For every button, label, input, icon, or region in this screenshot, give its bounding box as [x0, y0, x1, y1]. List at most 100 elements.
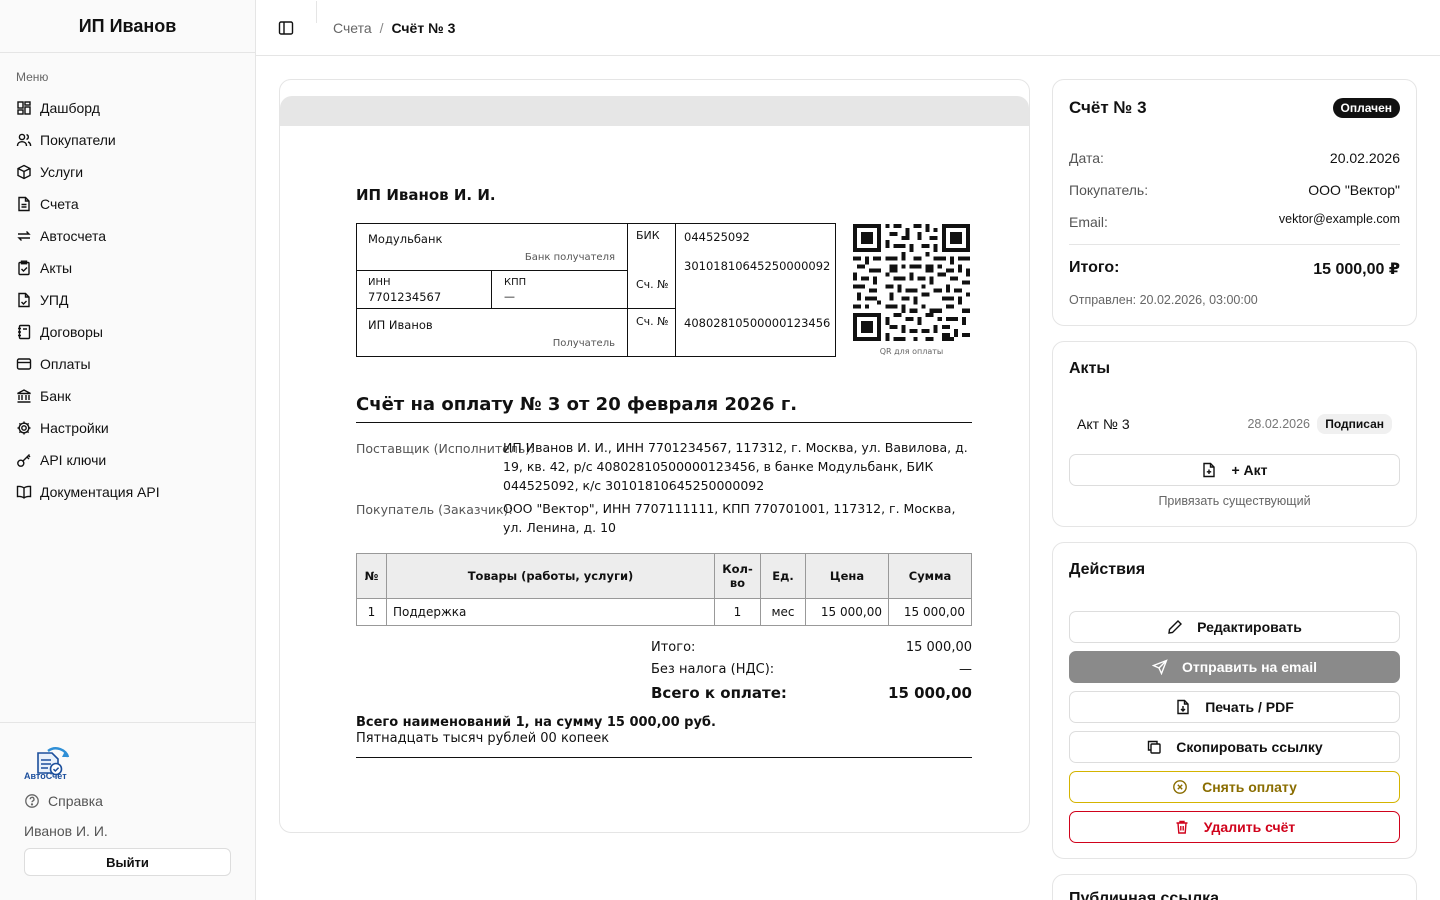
buyer-value: ООО "Вектор" [1308, 182, 1400, 198]
sidebar-item-api-keys[interactable]: API ключи [0, 444, 255, 476]
act-row[interactable]: Акт № 3 28.02.2026 Подписан [1069, 410, 1400, 438]
date-label: Дата: [1069, 150, 1104, 166]
logout-button[interactable]: Выйти [24, 848, 231, 876]
copy-link-label: Скопировать ссылку [1176, 739, 1323, 755]
col-name: Товары (работы, услуги) [386, 553, 715, 599]
cell-name: Поддержка [386, 598, 715, 626]
inn-value: 7701234567 [368, 290, 442, 304]
remove-payment-button[interactable]: Снять оплату [1069, 771, 1400, 803]
print-pdf-label: Печать / PDF [1205, 699, 1294, 715]
file-icon [18, 196, 30, 212]
credit-card-icon [16, 358, 32, 370]
sidebar-item-bank[interactable]: Банк [0, 380, 255, 412]
cell-price: 15 000,00 [805, 598, 889, 626]
bottom-divider [356, 757, 972, 758]
trash-icon [1176, 820, 1188, 834]
gear-icon [17, 421, 31, 435]
send-icon [1151, 659, 1168, 675]
add-act-button[interactable]: + Акт [1069, 454, 1400, 486]
supplier-value: ИП Иванов И. И., ИНН 7701234567, 117312,… [503, 440, 968, 493]
copy-icon [1148, 740, 1161, 754]
bank-caption: Банк получателя [524, 252, 615, 263]
date-value: 20.02.2026 [1329, 150, 1400, 166]
add-act-label: + Акт [1231, 462, 1268, 478]
grand-total-label: Всего к оплате: [651, 684, 787, 702]
col-qty: Кол-во [714, 553, 761, 599]
invoice-summary-card: Счёт № 3 Оплачен Дата: 20.02.2026 Покупа… [1052, 79, 1417, 326]
delete-invoice-button[interactable]: Удалить счёт [1069, 811, 1400, 843]
act-name: Акт № 3 [1077, 416, 1130, 432]
sidebar-item-label: Покупатели [40, 132, 116, 148]
cell-num: 1 [356, 598, 387, 626]
sidebar-item-services[interactable]: Услуги [0, 156, 255, 188]
print-pdf-button[interactable]: Печать / PDF [1069, 691, 1400, 723]
clipboard-check-icon [18, 260, 30, 276]
actions-title: Действия [1069, 561, 1146, 578]
col-sum: Сумма [888, 553, 972, 599]
corr-account-value: 30101810645250000092 [684, 259, 831, 273]
vat-value: — [959, 662, 972, 677]
sidebar-item-auto-invoices[interactable]: Автосчета [0, 220, 255, 252]
sidebar-item-label: Оплаты [40, 356, 91, 372]
brand-title: ИП Иванов [0, 0, 255, 53]
items-table: № Товары (работы, услуги) Кол-во Ед. Цен… [356, 553, 972, 626]
summary-divider [1069, 244, 1400, 245]
circle-x-icon [1173, 780, 1188, 794]
user-name: Иванов И. И. [24, 823, 108, 839]
breadcrumb-invoices[interactable]: Счета [333, 20, 372, 36]
act-status-badge: Подписан [1317, 414, 1392, 434]
sidebar-item-payments[interactable]: Оплаты [0, 348, 255, 380]
sidebar-item-label: Настройки [40, 420, 109, 436]
link-existing-act[interactable]: Привязать существующий [1053, 494, 1416, 508]
users-icon [16, 133, 32, 147]
grand-total-value: 15 000,00 [888, 684, 972, 702]
col-unit: Ед. [760, 553, 806, 599]
file-plus-icon [1203, 462, 1216, 478]
items-summary: Всего наименований 1, на сумму 15 000,00… [356, 715, 716, 730]
account-label: Сч. № [636, 278, 669, 291]
recipient-caption: Получатель [552, 338, 615, 349]
sidebar-item-settings[interactable]: Настройки [0, 412, 255, 444]
account-value: 40802810500000123456 [684, 316, 831, 330]
edit-button[interactable]: Редактировать [1069, 611, 1400, 643]
help-link[interactable]: Справка [24, 793, 103, 809]
total-value: 15 000,00 [905, 640, 972, 655]
summary-title: Счёт № 3 [1069, 98, 1147, 117]
sidebar-item-label: УПД [40, 292, 69, 308]
sent-status: Отправлен: 20.02.2026, 03:00:00 [1069, 293, 1258, 307]
sidebar-item-upd[interactable]: УПД [0, 284, 255, 316]
key-icon [17, 454, 31, 467]
app-logo-text: АвтоСчет [24, 771, 67, 781]
bank-name: Модульбанк [368, 232, 443, 246]
book-icon [16, 485, 32, 499]
delete-invoice-label: Удалить счёт [1203, 819, 1296, 835]
invoice-title: Счёт на оплату № 3 от 20 февраля 2026 г. [356, 394, 798, 415]
email-label: Email: [1069, 214, 1108, 230]
cell-qty: 1 [714, 598, 761, 626]
sidebar-item-acts[interactable]: Акты [0, 252, 255, 284]
sidebar-item-api-docs[interactable]: Документация API [0, 476, 255, 508]
email-value: vektor@example.com [1278, 212, 1400, 226]
buyer-label: Покупатель: [1069, 182, 1149, 198]
kpp-value: — [504, 290, 515, 303]
sidebar-item-customers[interactable]: Покупатели [0, 124, 255, 156]
pencil-icon [1168, 620, 1183, 634]
col-price: Цена [805, 553, 889, 599]
help-circle-icon [25, 794, 39, 808]
bank-details-table: Модульбанк Банк получателя БИК 044525092… [356, 223, 836, 357]
buyer-label: Покупатель (Заказчик): [356, 502, 513, 517]
sidebar-toggle-icon[interactable] [278, 20, 294, 36]
sidebar-item-invoices[interactable]: Счета [0, 188, 255, 220]
sidebar: ИП Иванов Меню Дашборд Покупатели Услуги… [0, 0, 256, 900]
public-link-title: Публичная ссылка [1069, 890, 1220, 900]
summary-total-value: 15 000,00 ₽ [1313, 261, 1400, 278]
sidebar-footer: АвтоСчет Справка Иванов И. И. Выйти [0, 722, 255, 900]
send-email-button[interactable]: Отправить на email [1069, 651, 1400, 683]
summary-total-label: Итого: [1069, 259, 1120, 276]
sidebar-item-contracts[interactable]: Договоры [0, 316, 255, 348]
menu-caption: Меню [16, 70, 49, 84]
table-header-row: № Товары (работы, услуги) Кол-во Ед. Цен… [356, 553, 972, 599]
sidebar-item-label: Документация API [40, 484, 160, 500]
copy-link-button[interactable]: Скопировать ссылку [1069, 731, 1400, 763]
sidebar-item-dashboard[interactable]: Дашборд [0, 92, 255, 124]
